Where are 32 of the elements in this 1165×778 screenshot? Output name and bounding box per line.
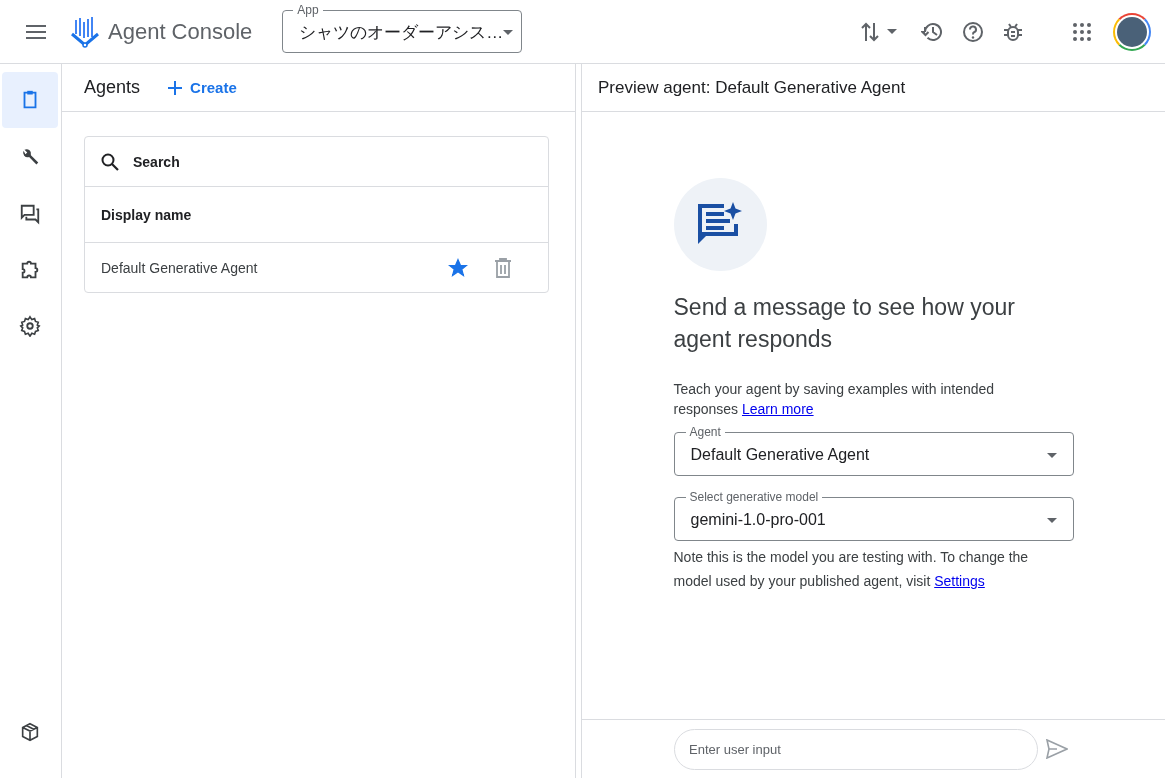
learn-more-link[interactable]: Learn more: [742, 401, 814, 417]
puzzle-icon: [19, 259, 41, 281]
app-select[interactable]: App シャツのオーダーアシス…: [282, 3, 523, 53]
settings-link[interactable]: Settings: [934, 573, 985, 589]
caret-icon: [503, 30, 514, 35]
gear-icon: [19, 315, 41, 337]
search-icon: [101, 152, 119, 171]
caret-icon: [1046, 452, 1057, 458]
user-input-field[interactable]: Enter user input: [674, 728, 1038, 770]
column-header: Display name: [101, 206, 192, 223]
panel-title: Agents: [84, 77, 141, 98]
note-text: Note this is the model you are testing with. To change the model used by your published agent, visit Settings: [673, 548, 1030, 591]
description-text: Teach your agent by saving examples with intended responses Learn more: [673, 380, 996, 419]
star-icon[interactable]: [448, 257, 468, 278]
empty-state-heading: Send a message to see how your agent responds: [673, 293, 1016, 354]
send-icon[interactable]: [1046, 739, 1068, 759]
app-title: Agent Console: [108, 18, 253, 45]
avatar[interactable]: [1113, 12, 1151, 51]
help-icon[interactable]: [961, 19, 985, 44]
chat-icon: [19, 203, 41, 225]
agent-select[interactable]: Agent Default Generative Agent: [673, 425, 1074, 476]
model-select[interactable]: Select generative model gemini-1.0-pro-001: [673, 490, 1074, 541]
apps-grid-icon[interactable]: [1073, 22, 1091, 41]
logo-icon: [70, 15, 100, 48]
table-cell-text: Default Generative Agent: [101, 259, 259, 276]
trash-icon[interactable]: [494, 257, 512, 278]
plus-icon: [168, 80, 183, 95]
caret-icon: [1046, 517, 1057, 523]
preview-title: Preview agent: Default Generative Agent: [582, 64, 1165, 112]
create-button[interactable]: Create: [166, 75, 239, 100]
cube-icon: [19, 721, 41, 743]
menu-icon[interactable]: [26, 24, 46, 39]
